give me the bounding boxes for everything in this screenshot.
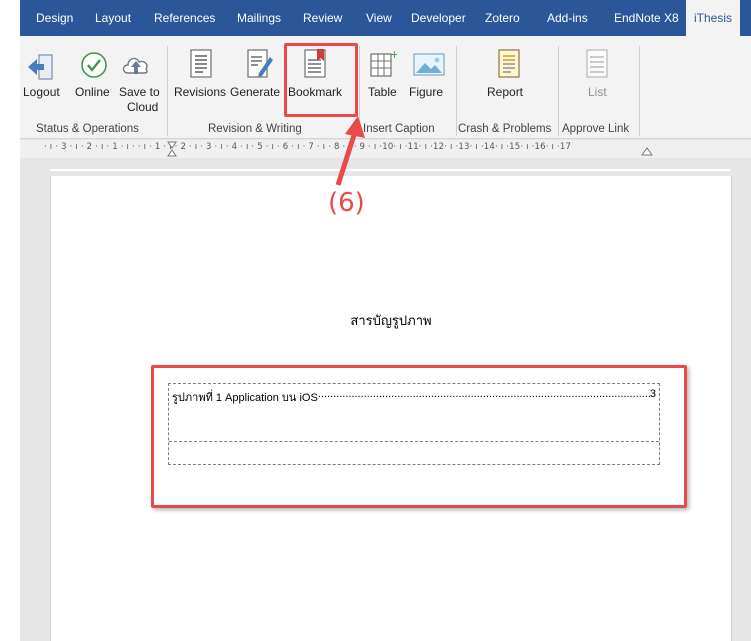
tab-developer[interactable]: Developer <box>411 0 466 36</box>
document-list-icon <box>190 49 212 78</box>
horizontal-ruler[interactable]: · ı · 3 · ı · 2 · ı · 1 · ı · · ı · 1 · … <box>20 140 751 158</box>
check-icon <box>81 52 107 78</box>
tab-review[interactable]: Review <box>303 0 342 36</box>
group-label-approve: Approve Link <box>562 123 630 135</box>
callout-arrow-icon <box>335 116 365 186</box>
group-label-revision: Revision & Writing <box>208 123 302 135</box>
table-label: Table <box>368 85 397 99</box>
tab-references[interactable]: References <box>154 0 215 36</box>
group-separator <box>558 46 559 136</box>
tab-mailings[interactable]: Mailings <box>237 0 281 36</box>
indent-marker-icon[interactable] <box>166 141 178 158</box>
group-label-caption: Insert Caption <box>363 123 435 135</box>
group-separator <box>456 46 457 136</box>
bookmark-highlight-box <box>284 43 358 117</box>
tab-add-ins[interactable]: Add-ins <box>547 0 588 36</box>
table-icon: + <box>370 49 397 77</box>
logout-label: Logout <box>23 85 60 99</box>
right-indent-marker-icon[interactable] <box>641 146 653 156</box>
tab-zotero[interactable]: Zotero <box>485 0 520 36</box>
word-window: Design Layout References Mailings Review… <box>20 0 751 641</box>
document-edit-icon <box>247 49 273 78</box>
report-label: Report <box>487 85 524 99</box>
cloud-upload-icon <box>122 57 148 74</box>
list-label: List <box>588 85 607 99</box>
step-callout-label: (6) <box>328 188 365 218</box>
ribbon-tab-bar: Design Layout References Mailings Review… <box>20 0 751 36</box>
svg-text:+: + <box>390 49 397 61</box>
tab-ithesis[interactable]: iThesis <box>686 0 741 36</box>
tab-view[interactable]: View <box>366 0 392 36</box>
group-label-crash: Crash & Problems <box>458 123 552 135</box>
group-separator <box>639 46 640 136</box>
save-label-line1: Save to <box>119 85 160 99</box>
report-icon <box>498 49 520 78</box>
online-label: Online <box>75 85 110 99</box>
group-separator <box>167 46 168 136</box>
figure-label: Figure <box>409 85 444 99</box>
ruler-scale: · ı · 3 · ı · 2 · ı · 1 · ı · · ı · 1 · … <box>44 142 572 152</box>
page-top-edge <box>50 169 730 171</box>
generate-label: Generate <box>230 85 281 99</box>
save-label-line2: Cloud <box>127 100 159 114</box>
picture-icon <box>413 53 445 76</box>
logout-icon <box>28 54 53 80</box>
toc-highlight-box <box>151 365 687 508</box>
list-of-figures-heading: สารบัญรูปภาพ <box>350 313 432 328</box>
ribbon: Logout Online Save to Cloud Revisions Ge… <box>20 36 751 139</box>
tab-endnote[interactable]: EndNote X8 <box>614 0 679 36</box>
revisions-label: Revisions <box>174 85 227 99</box>
tab-design[interactable]: Design <box>36 0 73 36</box>
tab-layout[interactable]: Layout <box>95 0 131 36</box>
checklist-icon <box>586 49 608 78</box>
group-label-status: Status & Operations <box>36 123 139 135</box>
